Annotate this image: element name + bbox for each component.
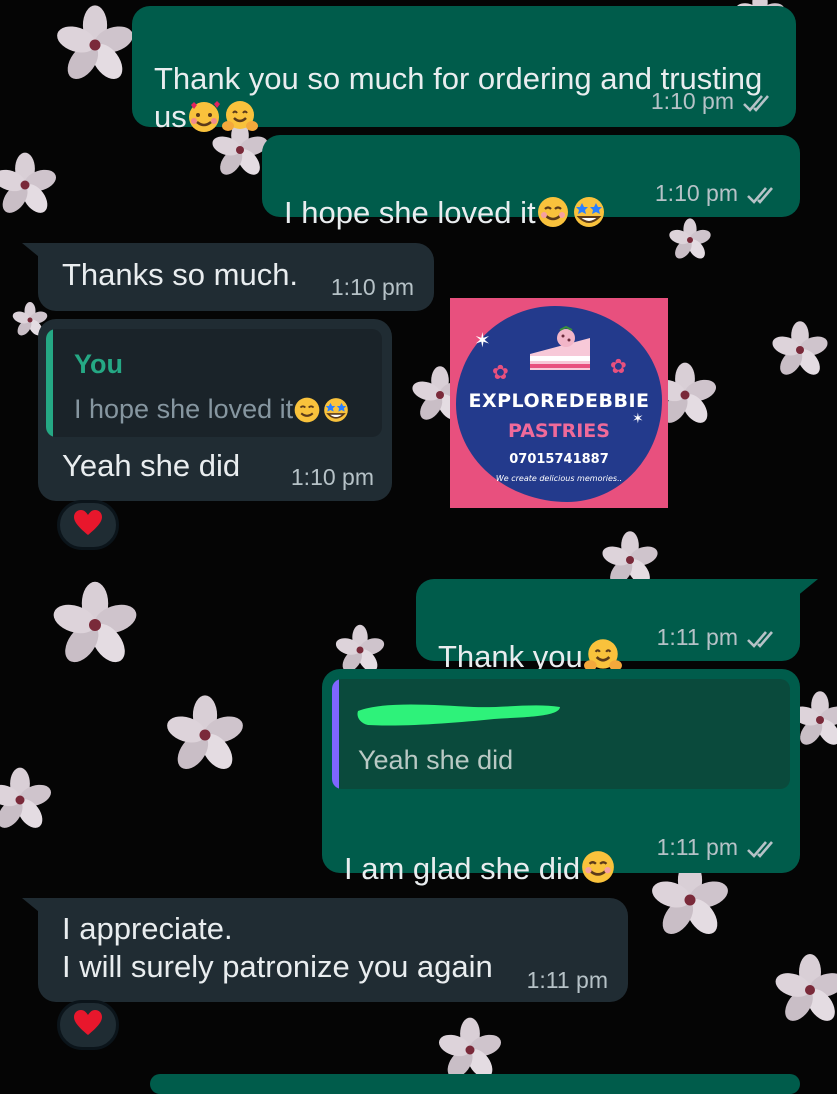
star-struck-icon (570, 195, 608, 238)
quote-accent-bar (332, 679, 339, 789)
message-bubble-outgoing[interactable]: Thank you so much for ordering and trust… (132, 6, 796, 134)
message-bubble-outgoing[interactable]: Thank you 1:11 pm (416, 579, 800, 674)
message-time: 1:11 pm (656, 624, 738, 650)
quote-author: You (74, 349, 123, 379)
message-bubble-outgoing[interactable]: I hope she loved it 1:10 pm (262, 135, 800, 230)
message-bubble-outgoing[interactable]: Yeah she did I am glad she did 1:11 pm (322, 669, 800, 886)
quoted-message[interactable]: You I hope she loved it (46, 329, 382, 437)
hugging-face-icon (221, 99, 259, 142)
promo-tagline: We create delicious memories.. (495, 474, 623, 483)
promo-brand-subtitle: PASTRIES (508, 420, 610, 442)
red-heart-icon (73, 509, 103, 542)
message-meta: 1:11 pm (657, 624, 778, 655)
message-time: 1:10 pm (330, 274, 414, 300)
star-struck-icon (321, 396, 351, 431)
message-text: I am glad she did (344, 851, 581, 886)
quote-accent-bar (46, 329, 53, 437)
flower-icon: ✿ (610, 356, 627, 378)
double-check-icon (746, 628, 778, 655)
message-text: I appreciate. I will surely patronize yo… (62, 911, 493, 984)
red-heart-icon (73, 1009, 103, 1042)
quote-text: Yeah she did (358, 745, 514, 775)
message-time: 1:11 pm (526, 967, 608, 993)
message-meta: 1:10 pm (651, 88, 774, 119)
message-time: 1:10 pm (290, 464, 374, 490)
smiling-face-icon (536, 195, 570, 238)
message-bubble-incoming[interactable]: You I hope she loved it Yeah she did 1:1… (38, 319, 392, 501)
message-bubble-outgoing-partial[interactable] (150, 1074, 800, 1094)
flower-icon: ✿ (492, 362, 509, 384)
promo-brand-name: EXPLOREDEBBIE (468, 390, 650, 412)
redacted-author-mark (357, 704, 560, 726)
smiling-face-with-hearts-icon (187, 99, 221, 142)
message-meta: 1:10 pm (655, 180, 778, 211)
reaction-badge[interactable] (57, 1000, 119, 1050)
double-check-icon (746, 838, 778, 865)
shared-promo-image[interactable]: ✶ ✿ ✿ ✶ EXPLOREDEBBIE PASTRIES 070157418… (450, 298, 668, 508)
double-check-icon (746, 184, 778, 211)
message-text: I hope she loved it (284, 195, 536, 230)
message-time: 1:11 pm (656, 834, 738, 860)
cake-slice-icon (530, 326, 590, 370)
sparkle-icon: ✶ (474, 330, 491, 352)
message-meta: 1:11 pm (657, 834, 778, 865)
message-time: 1:10 pm (654, 180, 738, 206)
message-bubble-incoming[interactable]: I appreciate. I will surely patronize yo… (38, 898, 628, 1002)
promo-phone: 07015741887 (509, 452, 609, 467)
quoted-message[interactable]: Yeah she did (332, 679, 790, 789)
quote-text: I hope she loved it (74, 394, 294, 424)
message-time: 1:10 pm (650, 88, 734, 114)
smiling-face-icon (293, 396, 321, 431)
smiling-face-icon (580, 849, 616, 894)
message-text: Thanks so much. (62, 257, 299, 292)
message-text: Yeah she did (62, 448, 241, 483)
reaction-badge[interactable] (57, 500, 119, 550)
double-check-icon (742, 92, 774, 119)
message-bubble-incoming[interactable]: Thanks so much. 1:10 pm (38, 243, 434, 311)
